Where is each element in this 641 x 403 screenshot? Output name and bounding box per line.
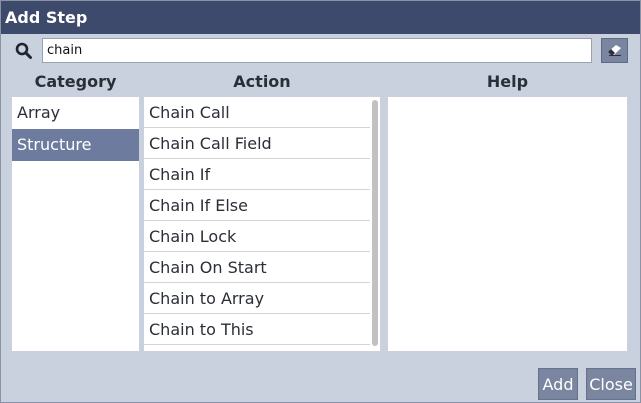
category-item-label: Structure: [17, 135, 92, 154]
action-item-label: Chain If: [149, 165, 211, 184]
action-item-label: Chain to This: [149, 320, 254, 339]
category-header: Category: [34, 72, 117, 91]
eraser-icon: [607, 41, 623, 60]
scrollbar-thumb[interactable]: [372, 100, 378, 346]
category-list: Array Structure: [12, 97, 139, 351]
action-item-label: Chain Lock: [149, 227, 237, 246]
action-item-label: Chain If Else: [149, 196, 248, 215]
action-item-label: Chain to Array: [149, 289, 265, 308]
help-panel: [388, 97, 627, 351]
category-item-label: Array: [17, 103, 61, 122]
action-header: Action: [233, 72, 291, 91]
list-item[interactable]: Chain to Array: [144, 283, 370, 314]
list-item[interactable]: Chain Call Field: [144, 128, 370, 159]
add-button[interactable]: Add: [538, 368, 578, 400]
search-icon: [14, 41, 34, 61]
list-item[interactable]: Chain On Start: [144, 252, 370, 283]
action-item-label: Chain Call Field: [149, 134, 272, 153]
category-item-structure[interactable]: Structure: [12, 129, 139, 161]
list-item[interactable]: Chain Lock: [144, 221, 370, 252]
action-list: Chain Call Chain Call Field Chain If Cha…: [144, 97, 380, 351]
action-item-label: Chain Call: [149, 103, 230, 122]
close-button[interactable]: Close: [586, 368, 636, 400]
list-item[interactable]: Chain If: [144, 159, 370, 190]
dialog-title: Add Step: [1, 1, 640, 34]
search-input[interactable]: [42, 38, 592, 63]
category-item-array[interactable]: Array: [12, 97, 139, 129]
action-list-scrollbar[interactable]: [370, 97, 380, 351]
list-item[interactable]: Chain to This: [144, 314, 370, 345]
action-item-label: Chain On Start: [149, 258, 267, 277]
list-item[interactable]: Chain If Else: [144, 190, 370, 221]
add-step-dialog: Add Step Category Action Help Array Stru…: [0, 0, 641, 403]
help-header: Help: [486, 72, 529, 91]
clear-search-button[interactable]: [601, 38, 628, 63]
list-item[interactable]: Chain Call: [144, 97, 370, 128]
